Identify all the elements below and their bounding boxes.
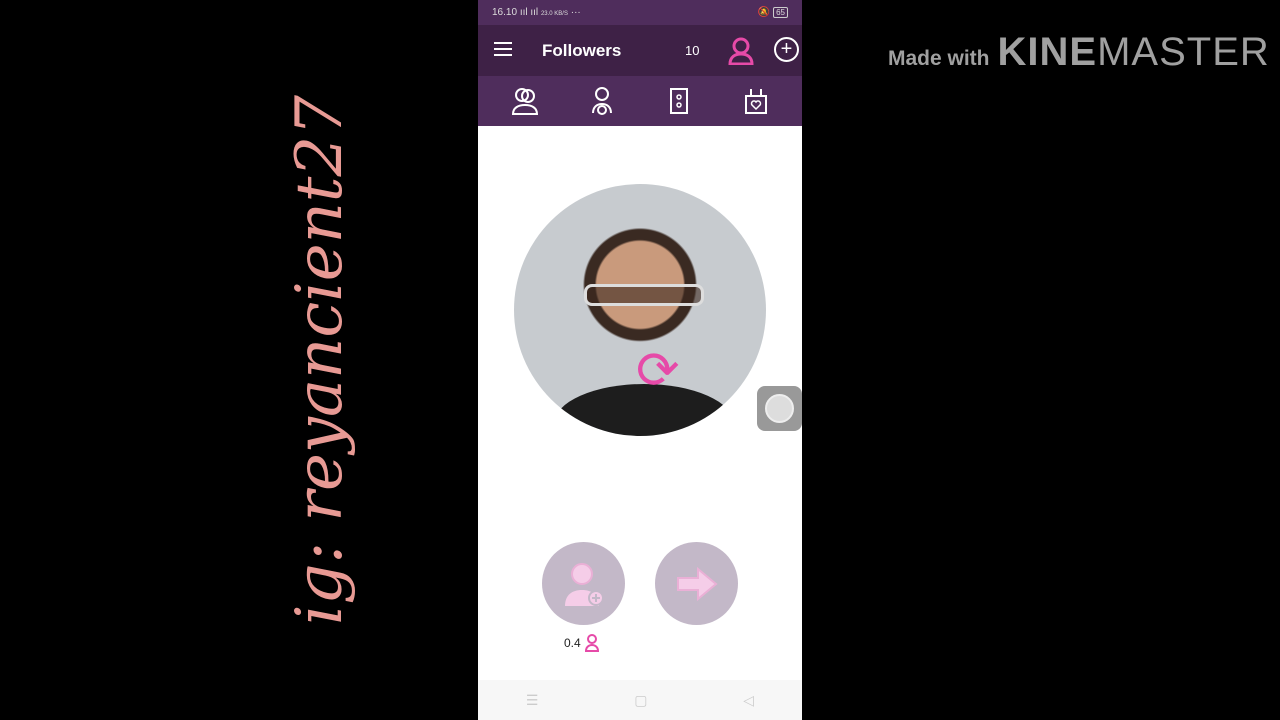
follow-cost: 0.4: [564, 634, 599, 652]
tab-bar: [478, 76, 802, 126]
net-speed: 23.0 KB/S: [540, 11, 568, 17]
status-bar: 16.10 ııl ııl 23.0 KB/S ··· 🔕 65: [478, 0, 802, 25]
more-icon: ···: [570, 7, 581, 18]
mute-icon: 🔕: [757, 7, 771, 18]
vip-user-icon: [591, 87, 612, 115]
menu-icon[interactable]: [494, 42, 512, 56]
next-button[interactable]: [655, 542, 738, 625]
tab-shop[interactable]: [736, 81, 776, 121]
add-user-icon: [564, 562, 604, 606]
tab-vip[interactable]: [582, 81, 622, 121]
battery-icon: 65: [773, 7, 788, 18]
phone-screen: 16.10 ııl ııl 23.0 KB/S ··· 🔕 65 Followe…: [478, 0, 802, 720]
watermark-made-with: Made with: [888, 47, 990, 70]
app-bar: Followers 10 +: [478, 25, 802, 76]
floating-assistive-button[interactable]: [757, 386, 802, 431]
recents-icon[interactable]: ☰: [526, 692, 539, 709]
home-icon[interactable]: ▢: [634, 692, 647, 709]
back-icon[interactable]: ◁: [743, 692, 754, 709]
coin-count: 10: [685, 43, 700, 58]
followers-icon: [511, 88, 538, 115]
signal-icon: ııl ııl: [519, 7, 539, 18]
door-icon: [669, 88, 688, 114]
follow-button[interactable]: [542, 542, 625, 625]
user-coin-icon: [584, 634, 599, 652]
watermark-master: MASTER: [1097, 30, 1270, 74]
tab-followers[interactable]: [505, 81, 545, 121]
system-nav-bar: ☰ ▢ ◁: [478, 680, 802, 720]
add-coins-button[interactable]: +: [774, 37, 799, 62]
page-title: Followers: [542, 40, 622, 60]
status-time: 16.10: [492, 7, 518, 18]
follow-cost-value: 0.4: [564, 636, 581, 650]
kinemaster-watermark: Made with KINE MASTER: [888, 30, 1270, 75]
tab-door[interactable]: [659, 81, 699, 121]
arrow-right-icon: [676, 566, 718, 601]
shop-bag-icon: [744, 89, 767, 114]
watermark-kine: KINE: [997, 30, 1098, 74]
user-coin-icon[interactable]: [728, 37, 754, 65]
instagram-overlay-text: ig: reyancient27: [283, 95, 357, 625]
refresh-icon[interactable]: ⟳: [636, 345, 680, 397]
